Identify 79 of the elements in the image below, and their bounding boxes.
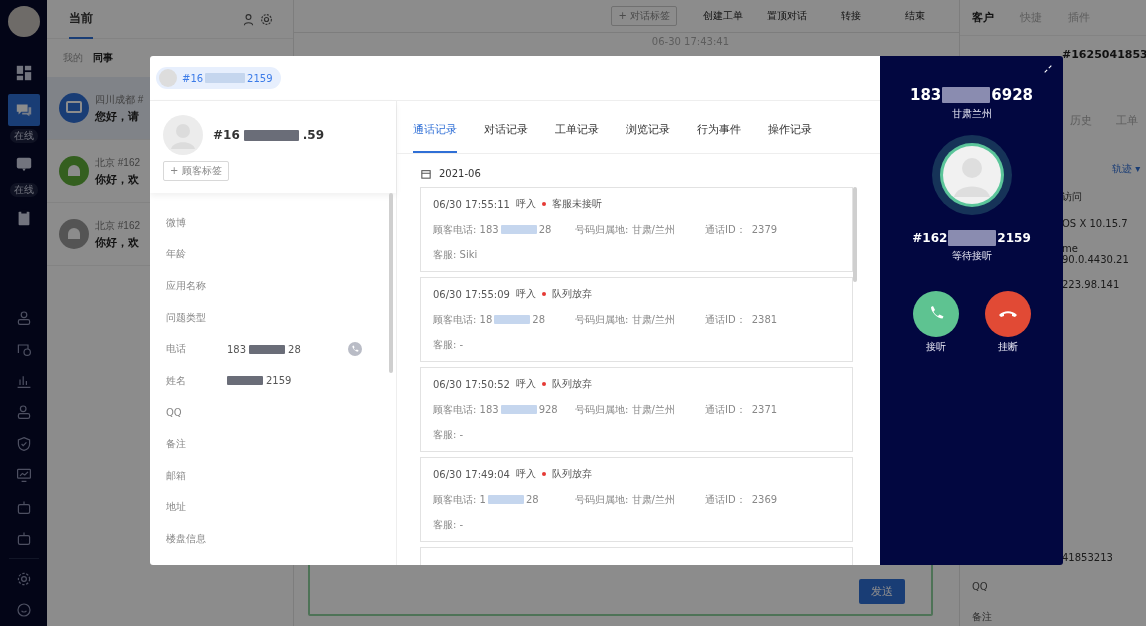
customer-name: #16 — [213, 128, 240, 142]
conversation-message: 你好，欢 — [95, 172, 140, 187]
field-value: 28 — [288, 343, 301, 355]
phone-location: 号码归属地: 甘肃/兰州 — [575, 312, 676, 327]
call-id-label: 通话ID： — [705, 312, 746, 327]
phone-location: 号码归属地: 甘肃/兰州 — [575, 402, 676, 417]
agent-name: 客服: Siki — [433, 248, 478, 262]
agent-name: 客服: - — [433, 428, 464, 442]
call-direction: 呼入 — [515, 377, 536, 391]
caller-location: 甘肃兰州 — [951, 107, 992, 121]
customer-phone: 28 — [525, 494, 539, 505]
call-id-label: 通话ID： — [705, 492, 746, 507]
field-label: 备注 — [972, 610, 993, 624]
call-id-label: 通话ID： — [705, 402, 746, 417]
phone-location: 号码归属地: 甘肃/兰州 — [575, 492, 676, 507]
month-label: 2021-06 — [439, 168, 481, 179]
call-direction: 呼入 — [515, 287, 536, 301]
visit-info: me 90.0.4430.21 — [1062, 243, 1130, 265]
call-id: 2379 — [751, 224, 778, 235]
customer-phone: 28 — [538, 224, 552, 235]
visit-info: OS X 10.15.7 — [1062, 218, 1128, 229]
record-time: 06/30 17:49:04 — [433, 468, 510, 480]
field-label: 备注 — [166, 436, 187, 451]
record-time: 06/30 17:55:09 — [433, 288, 510, 300]
record-time: 06/30 17:50:52 — [433, 378, 510, 390]
button-label: 接听 — [925, 340, 946, 354]
customer-phone: 顾客电话: 1 — [433, 492, 486, 507]
field-label: 电话 — [166, 342, 187, 357]
call-direction: 呼入 — [515, 197, 536, 211]
conversation-source: 四川成都 # — [95, 92, 144, 107]
chip-label: 2159 — [247, 72, 273, 84]
customer-id: #1625041853 — [1062, 48, 1146, 61]
field-value: 2159 — [266, 375, 292, 387]
conversation-source: 北京 #162 — [95, 218, 141, 233]
record-time: 06/30 17:55:11 — [433, 198, 510, 210]
conversation-message: 您好，请 — [95, 109, 140, 124]
call-status: 客服未接听 — [551, 197, 602, 211]
agent-name: 客服: - — [433, 518, 464, 532]
field-label: QQ — [972, 581, 989, 592]
field-label: 楼盘信息 — [166, 531, 207, 546]
customer-phone: 顾客电话: 18 — [433, 312, 493, 327]
call-status: 队列放弃 — [551, 377, 592, 391]
field-label: QQ — [166, 406, 183, 418]
call-id: 2371 — [751, 404, 778, 415]
visit-info: 访问 — [1062, 190, 1082, 204]
call-direction: 呼入 — [515, 467, 536, 481]
customer-phone: 28 — [532, 314, 545, 325]
conversation-message: 你好，欢 — [95, 235, 140, 250]
customer-phone: 顾客电话: 183 — [433, 402, 499, 417]
phone-location: 号码归属地: 甘肃/兰州 — [575, 222, 676, 237]
online-badge: 在线 — [9, 182, 38, 197]
call-status: 队列放弃 — [551, 467, 592, 481]
field-label: 问题类型 — [166, 310, 207, 325]
customer-phone: 顾客电话: 183 — [433, 222, 499, 237]
caller-number: 183 — [909, 86, 942, 104]
caller-id: 2159 — [997, 231, 1031, 245]
visit-info: 223.98.141 — [1062, 279, 1120, 290]
call-id: 2369 — [751, 494, 778, 505]
field-label: 邮箱 — [166, 468, 187, 483]
field-value: 183 — [227, 343, 247, 355]
call-id-label: 通话ID： — [705, 222, 746, 237]
agent-name: 客服: - — [433, 338, 464, 352]
conversation-source: 北京 #162 — [95, 155, 141, 170]
chip-label: #16 — [182, 72, 204, 84]
call-status: 队列放弃 — [551, 287, 592, 301]
field-label: 地址 — [166, 500, 187, 515]
customer-id: 41853213 — [1062, 552, 1114, 563]
field-label: 年龄 — [166, 247, 187, 262]
customer-phone: 928 — [538, 404, 558, 415]
caller-id: #162 — [912, 231, 948, 245]
field-label: 姓名 — [166, 373, 187, 388]
caller-number: 6928 — [991, 86, 1034, 104]
online-badge: 在线 — [9, 128, 38, 143]
button-label: 挂断 — [997, 340, 1018, 354]
call-status: 等待接听 — [951, 249, 992, 263]
field-label: 应用名称 — [166, 279, 207, 293]
customer-name: .59 — [302, 128, 325, 142]
call-id: 2381 — [751, 314, 778, 325]
field-label: 微博 — [166, 215, 187, 230]
